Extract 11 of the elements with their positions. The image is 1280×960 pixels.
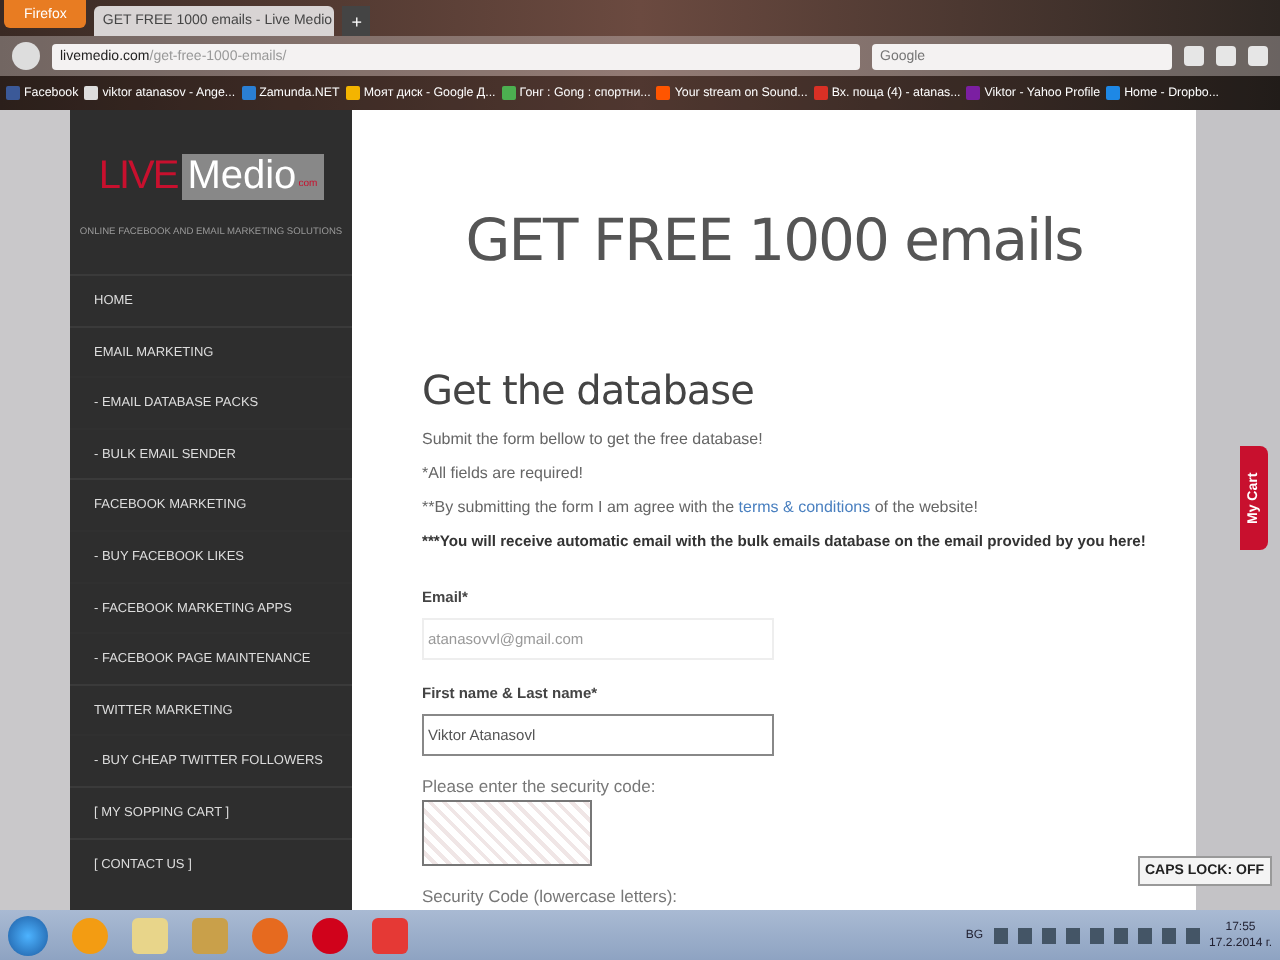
captcha-label: Please enter the security code: — [422, 776, 658, 797]
page-title: GET FREE 1000 emails — [463, 206, 1085, 274]
note-text: *All fields are required! — [422, 462, 585, 484]
section-heading: Get the database — [422, 366, 756, 414]
new-tab-button[interactable]: + — [342, 6, 371, 36]
note-text: Submit the form bellow to get the free database! — [422, 428, 765, 450]
app-icon[interactable] — [372, 917, 408, 953]
code-label: Security Code (lowercase letters): — [422, 886, 680, 906]
terms-link[interactable]: terms & conditions — [738, 498, 871, 516]
note-text: **By submitting the form I am agree with the terms & conditions of the website! — [422, 496, 980, 518]
start-button[interactable] — [8, 915, 48, 955]
